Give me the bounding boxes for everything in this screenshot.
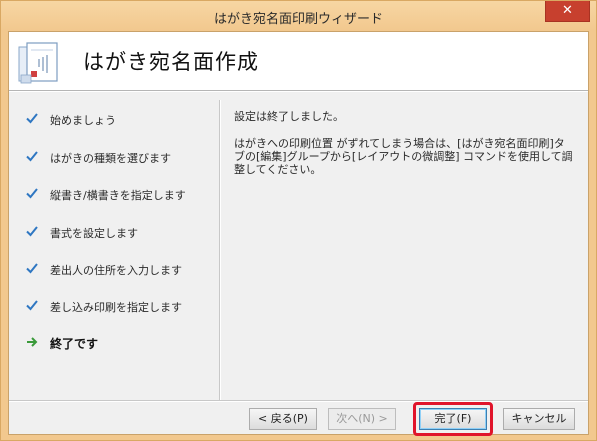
window-title: はがき宛名面印刷ウィザード: [213, 12, 383, 27]
back-button[interactable]: < 戻る(P): [249, 408, 317, 430]
content-pane: 設定は終了しました。 はがきへの印刷位置 がずれてしまう場合は、[はがき宛名面印…: [234, 110, 574, 190]
arrow-right-icon: [27, 337, 38, 347]
wizard-page-icon: [18, 42, 58, 84]
checkmark-icon: [26, 300, 38, 311]
step-label: 差出人の住所を入力します: [50, 264, 182, 277]
step-label: 始めましょう: [50, 114, 116, 127]
checkmark-icon: [26, 188, 38, 199]
wizard-header: はがき宛名面作成: [9, 32, 588, 90]
step-label: 差し込み印刷を指定します: [50, 301, 182, 314]
step-label: 縦書き/横書きを指定します: [50, 189, 186, 202]
step-item-merge: 差し込み印刷を指定します: [13, 297, 218, 317]
wizard-window: はがき宛名面印刷ウィザード ✕ はがき宛名面作成 始めましょう はがきの種類を選…: [0, 0, 597, 441]
header-divider: [9, 90, 588, 92]
finish-button[interactable]: 完了(F): [419, 408, 487, 430]
page-title: はがき宛名面作成: [83, 50, 259, 74]
wizard-body: はがき宛名面作成 始めましょう はがきの種類を選びます 縦書き/横書きを指定しま…: [8, 31, 589, 436]
step-item-start: 始めましょう: [13, 110, 218, 130]
cancel-button[interactable]: キャンセル: [503, 408, 575, 430]
close-button[interactable]: ✕: [545, 1, 590, 22]
checkmark-icon: [26, 263, 38, 274]
step-item-format: 書式を設定します: [13, 223, 218, 243]
vertical-divider: [219, 100, 221, 402]
step-item-orientation: 縦書き/横書きを指定します: [13, 185, 218, 205]
step-list: 始めましょう はがきの種類を選びます 縦書き/横書きを指定します 書式を設定しま…: [13, 100, 218, 400]
step-item-card-type: はがきの種類を選びます: [13, 148, 218, 168]
checkmark-icon: [26, 151, 38, 162]
next-button[interactable]: 次へ(N) >: [328, 408, 396, 430]
checkmark-icon: [26, 226, 38, 237]
title-bar[interactable]: はがき宛名面印刷ウィザード ✕: [1, 1, 596, 31]
step-label: 終了です: [50, 337, 99, 351]
step-label: 書式を設定します: [50, 227, 138, 240]
adjustment-hint: はがきへの印刷位置 がずれてしまう場合は、[はがき宛名面印刷]タブの[編集]グル…: [234, 137, 573, 176]
step-item-finish: 終了です: [13, 334, 218, 354]
step-item-sender: 差出人の住所を入力します: [13, 260, 218, 280]
footer-divider: [9, 400, 588, 402]
completion-message: 設定は終了しました。: [234, 110, 344, 123]
checkmark-icon: [26, 113, 38, 124]
step-label: はがきの種類を選びます: [50, 152, 171, 165]
